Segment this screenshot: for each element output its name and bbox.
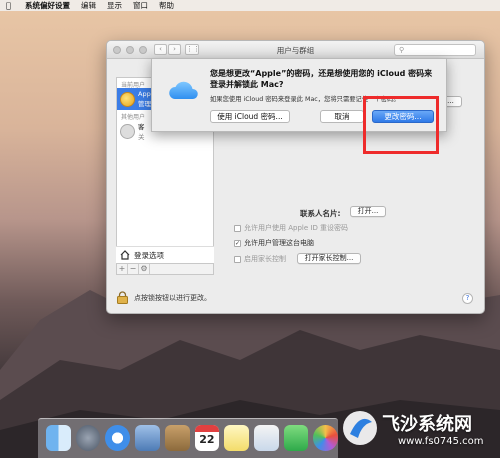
menu-edit[interactable]: 编辑: [81, 0, 96, 11]
gear-icon[interactable]: ⚙: [139, 264, 150, 274]
use-icloud-password-button[interactable]: 使用 iCloud 密码...: [210, 110, 290, 123]
search-icon: ⚲: [399, 46, 405, 54]
user-avatar: [120, 91, 135, 107]
dock: 22: [38, 418, 339, 458]
current-user-role: 管理: [138, 100, 151, 108]
checkmark-icon: ✓: [234, 239, 241, 247]
checkbox-box: [234, 224, 241, 232]
help-button[interactable]: ?: [462, 293, 473, 304]
checkbox-parental-controls[interactable]: 启用家长控制: [234, 254, 286, 264]
preview-icon[interactable]: [253, 425, 279, 451]
checkbox-allow-admin[interactable]: ✓ 允许用户管理这台电脑: [234, 238, 314, 248]
highlight-annotation: [363, 96, 439, 154]
finder-icon[interactable]: [46, 425, 71, 451]
cancel-button[interactable]: 取消: [320, 110, 364, 123]
sheet-title: 您是想更改“Apple”的密码，还是想使用您的 iCloud 密码来登录并解锁此…: [210, 69, 433, 89]
contact-card-label: 联系人名片:: [300, 209, 341, 218]
apple-menu-icon[interactable]: : [6, 1, 14, 10]
watermark-url: www.fs0745.com: [398, 436, 484, 447]
remove-user-icon[interactable]: −: [128, 264, 139, 274]
menu-bar:  系统偏好设置 编辑 显示 窗口 帮助: [0, 0, 500, 11]
photos-icon[interactable]: [313, 425, 339, 451]
add-user-icon[interactable]: +: [117, 264, 128, 274]
guest-status: 关: [138, 133, 145, 141]
notes-icon[interactable]: [224, 425, 249, 451]
menu-view[interactable]: 显示: [107, 0, 122, 11]
lock-icon[interactable]: [117, 291, 128, 304]
contacts-icon[interactable]: [164, 425, 190, 451]
house-icon: [120, 250, 130, 260]
login-options-item[interactable]: 登录选项: [116, 246, 214, 263]
open-contact-button[interactable]: 打开...: [350, 206, 386, 217]
mail-icon[interactable]: [135, 425, 160, 451]
checkbox-label: 启用家长控制: [244, 255, 286, 263]
lock-text: 点按锁按钮以进行更改。: [134, 293, 211, 302]
checkbox-label: 允许用户管理这台电脑: [244, 239, 314, 247]
facetime-icon[interactable]: [283, 425, 309, 451]
icloud-icon: [169, 81, 198, 99]
safari-icon[interactable]: [105, 425, 131, 451]
login-options-label: 登录选项: [134, 250, 164, 260]
lock-row: 点按锁按钮以进行更改。: [117, 291, 211, 304]
add-remove-bar: + − ⚙: [116, 263, 214, 275]
checkbox-reset-with-apple-id[interactable]: 允许用户使用 Apple ID 重设密码: [234, 223, 348, 233]
search-input[interactable]: ⚲: [394, 44, 476, 56]
menu-window[interactable]: 窗口: [133, 0, 148, 11]
checkbox-box: [234, 255, 241, 263]
open-parental-controls-button[interactable]: 打开家长控制...: [297, 253, 361, 264]
watermark-name: 飞沙系统网: [382, 414, 472, 435]
checkbox-label: 允许用户使用 Apple ID 重设密码: [244, 224, 349, 232]
window-titlebar: ‹ › ⋮⋮ 用户与群组 ⚲: [107, 41, 484, 59]
current-user-name: App: [138, 90, 151, 98]
guest-avatar: [120, 123, 135, 139]
menu-help[interactable]: 帮助: [159, 0, 174, 11]
launchpad-icon[interactable]: [75, 425, 101, 451]
guest-name: 客: [138, 123, 145, 131]
calendar-icon[interactable]: 22: [194, 425, 220, 451]
menu-app-name[interactable]: 系统偏好设置: [25, 0, 70, 11]
